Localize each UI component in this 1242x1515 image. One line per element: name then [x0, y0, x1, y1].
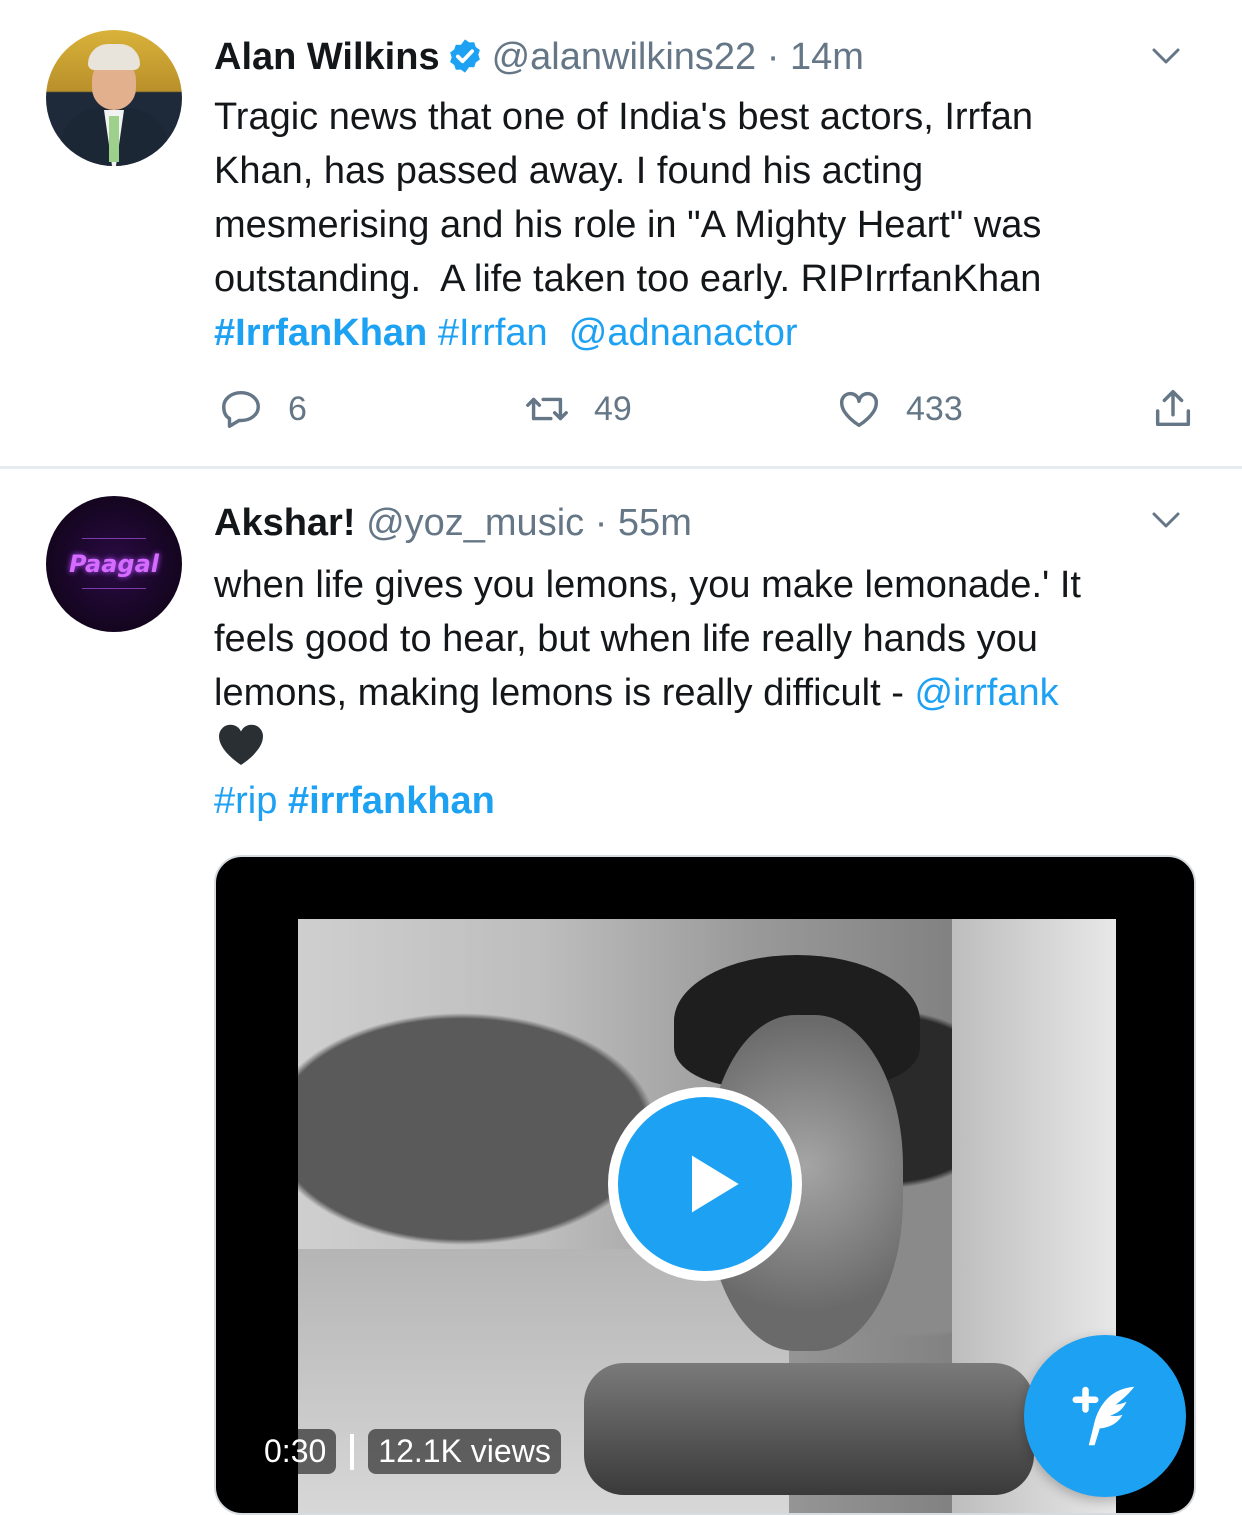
tweet-tags-line: #rip #irrfankhan — [214, 774, 1204, 828]
chevron-down-icon[interactable] — [1148, 502, 1184, 538]
timestamp[interactable]: 55m — [618, 502, 692, 544]
tweet-header: Akshar! @yoz_music · 55m — [214, 500, 692, 546]
hashtag-link[interactable]: #rip — [214, 780, 277, 822]
tweet-text-line: lemons, making lemons is really difficul… — [214, 666, 1204, 720]
video-meta-divider — [350, 1433, 355, 1470]
video-duration: 0:30 — [254, 1429, 337, 1474]
video-thumbnail-arm — [584, 1363, 1035, 1495]
video-meta: 0:30 12.1K views — [254, 1429, 561, 1474]
tweet-text-fragment: lemons, making lemons is really difficul… — [214, 672, 915, 714]
compose-tweet-button[interactable] — [1024, 1335, 1186, 1497]
play-icon — [692, 1155, 739, 1213]
play-button[interactable] — [608, 1087, 802, 1281]
separator: · — [594, 502, 608, 544]
tweet-emoji-line — [214, 720, 1204, 774]
tweet-akshar[interactable]: Paagal Akshar! @yoz_music · 55m when lif… — [0, 0, 1242, 1515]
video-views: 12.1K views — [368, 1429, 561, 1474]
black-heart-emoji — [219, 724, 263, 765]
avatar-decoration — [82, 538, 146, 539]
tweet-text-line: when life gives you lemons, you make lem… — [214, 564, 1081, 606]
display-name[interactable]: Akshar! — [214, 502, 356, 544]
mention-link[interactable]: @irrfank — [914, 672, 1058, 714]
avatar[interactable]: Paagal — [46, 496, 182, 632]
tweet-text: when life gives you lemons, you make lem… — [214, 558, 1204, 828]
avatar-logo-text: Paagal — [68, 550, 160, 578]
avatar-decoration — [82, 588, 146, 589]
compose-tweet-icon — [1072, 1386, 1135, 1446]
tweet-text-line: feels good to hear, but when life really… — [214, 618, 1038, 660]
hashtag-link[interactable]: #irrfankhan — [288, 780, 495, 822]
handle[interactable]: @yoz_music — [366, 502, 584, 544]
